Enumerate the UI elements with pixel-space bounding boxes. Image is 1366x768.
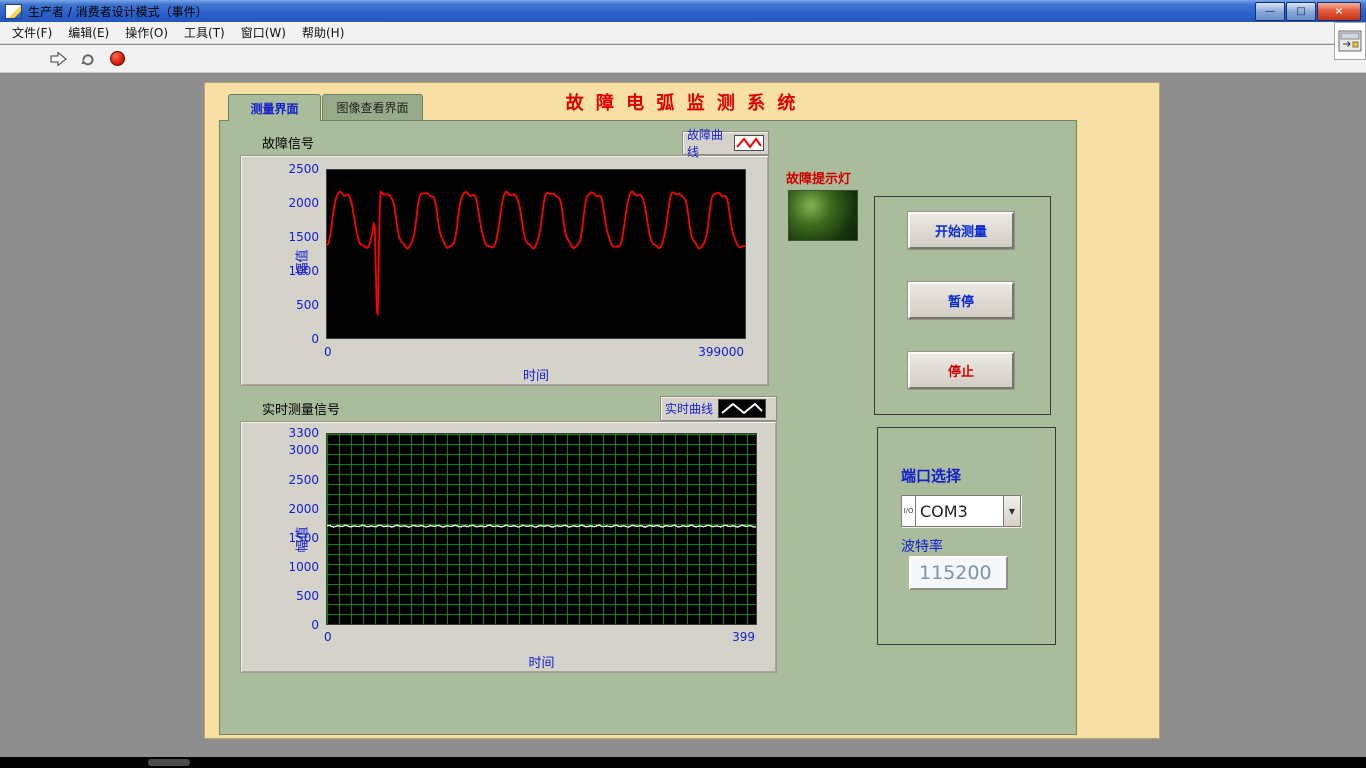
y-tick-label: 3000 (241, 443, 319, 457)
run-button[interactable] (48, 48, 70, 70)
vi-icon (1338, 30, 1362, 52)
y-tick-label: 2500 (241, 162, 319, 176)
labview-app-icon (5, 4, 22, 19)
fault-led-label: 故障提示灯 (786, 168, 851, 187)
y-tick-label: 1500 (241, 531, 319, 545)
y-tick-label: 500 (241, 298, 319, 312)
realtime-x-tick-max: 399 (732, 630, 755, 644)
fault-plot-area (326, 169, 746, 339)
titlebar: 生产者 / 消费者设计模式（事件） — □ × (0, 0, 1366, 22)
screen: 生产者 / 消费者设计模式（事件） — □ × 文件(F)编辑(E)操作(O)工… (0, 0, 1366, 768)
realtime-legend-sample-icon (718, 399, 766, 418)
baud-rate-display: 115200 (909, 556, 1008, 590)
menu-item[interactable]: 文件(F) (4, 21, 60, 44)
realtime-x-tick-min: 0 (324, 630, 332, 644)
screen-bottom-strip (0, 757, 1366, 768)
menu-item[interactable]: 编辑(E) (60, 21, 117, 44)
fault-chart-label: 故障信号 (262, 133, 314, 152)
fault-legend-label: 故障曲线 (687, 126, 729, 160)
run-arrow-icon (50, 51, 68, 67)
fault-x-tick-max: 399000 (698, 345, 744, 359)
tab-image-view[interactable]: 图像查看界面 (322, 94, 423, 121)
fault-waveform (327, 170, 745, 338)
menu-item[interactable]: 帮助(H) (294, 21, 352, 44)
com-port-field[interactable]: COM3 (916, 495, 1003, 527)
y-tick-label: 2000 (241, 502, 319, 516)
fault-legend-sample-icon (734, 135, 764, 151)
continuous-run-icon (80, 51, 96, 67)
fault-legend[interactable]: 故障曲线 (682, 131, 769, 155)
y-tick-label: 1000 (241, 560, 319, 574)
minimize-button[interactable]: — (1255, 2, 1285, 21)
close-button[interactable]: × (1317, 2, 1361, 21)
pause-button[interactable]: 暂停 (908, 282, 1014, 319)
y-tick-label: 0 (241, 332, 319, 346)
vi-icon-pane[interactable] (1334, 22, 1366, 60)
y-tick-label: 2500 (241, 473, 319, 487)
abort-button[interactable] (106, 48, 128, 70)
stop-button[interactable]: 停止 (908, 352, 1014, 389)
y-tick-label: 500 (241, 589, 319, 603)
realtime-plot-area (326, 433, 757, 625)
menu-item[interactable]: 操作(O) (117, 21, 176, 44)
baud-rate-label: 波特率 (901, 536, 943, 556)
port-select-title: 端口选择 (901, 465, 961, 486)
realtime-chart-label: 实时测量信号 (262, 399, 340, 418)
realtime-legend-label: 实时曲线 (665, 400, 713, 417)
visa-resource-combo[interactable]: I/O COM3 ▼ (901, 495, 1021, 527)
realtime-x-axis-title: 时间 (326, 652, 757, 671)
fault-signal-chart: 幅值 0 399000 时间 25002000150010005000 (240, 155, 769, 386)
io-icon: I/O (901, 495, 916, 527)
maximize-button[interactable]: □ (1286, 2, 1316, 21)
realtime-waveform (327, 434, 756, 624)
y-tick-label: 0 (241, 618, 319, 632)
menu-item[interactable]: 窗口(W) (233, 21, 294, 44)
toolbar (0, 45, 1366, 73)
realtime-legend[interactable]: 实时曲线 (660, 396, 777, 421)
fault-x-axis-title: 时间 (326, 365, 746, 384)
y-tick-label: 1000 (241, 264, 319, 278)
chevron-down-icon: ▼ (1009, 507, 1015, 516)
start-measure-button[interactable]: 开始测量 (908, 212, 1014, 249)
window-title: 生产者 / 消费者设计模式（事件） (28, 3, 1366, 20)
y-tick-label: 1500 (241, 230, 319, 244)
fault-led-indicator (788, 190, 858, 241)
window-controls: — □ × (1254, 2, 1361, 21)
realtime-signal-chart: 幅值 0 399 时间 3300300025002000150010005000 (240, 421, 777, 673)
fault-x-tick-min: 0 (324, 345, 332, 359)
y-tick-label: 2000 (241, 196, 319, 210)
combo-dropdown-button[interactable]: ▼ (1003, 495, 1021, 527)
tab-measurement[interactable]: 测量界面 (228, 94, 321, 121)
y-tick-label: 3300 (241, 426, 319, 440)
continuous-run-button[interactable] (77, 48, 99, 70)
menubar-items: 文件(F)编辑(E)操作(O)工具(T)窗口(W)帮助(H) (0, 22, 1366, 44)
taskbar-nub (148, 759, 190, 766)
abort-icon (110, 51, 125, 66)
menu-item[interactable]: 工具(T) (176, 21, 233, 44)
